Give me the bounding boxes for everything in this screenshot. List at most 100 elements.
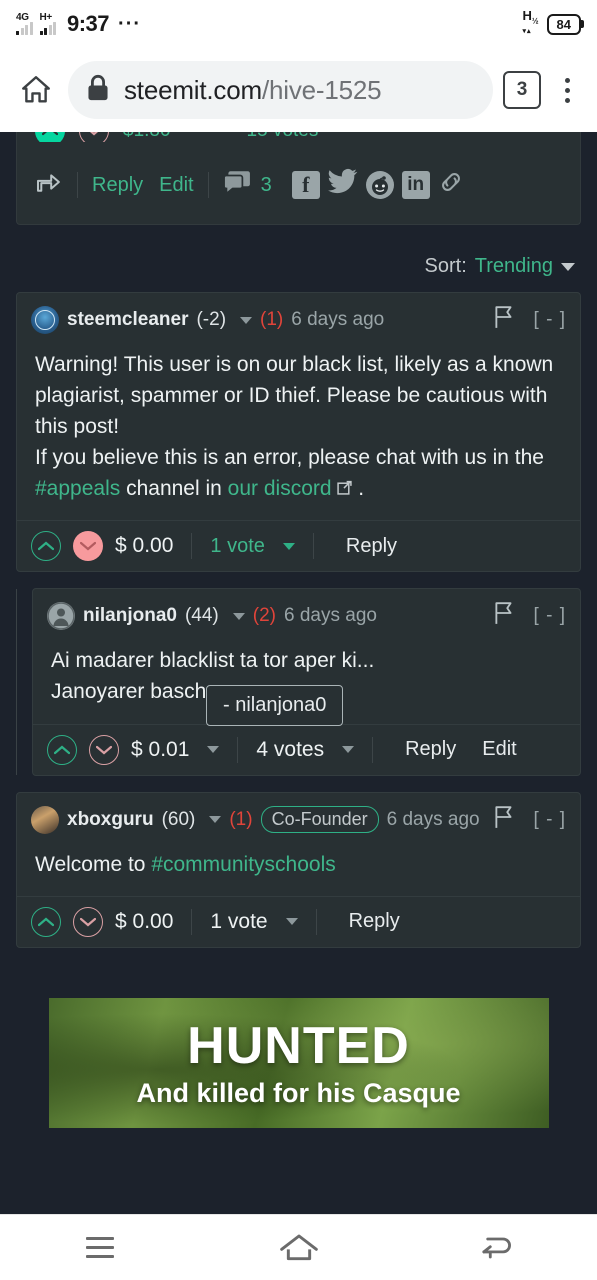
nav-home-button[interactable] (254, 1222, 344, 1274)
reshare-icon[interactable] (35, 171, 63, 199)
chevron-down-icon[interactable] (207, 746, 220, 754)
comment-payout[interactable]: $ 0.00 (115, 534, 173, 558)
status-overflow-icon: ··· (118, 13, 142, 35)
nav-back-button[interactable] (453, 1222, 543, 1274)
comment-timestamp[interactable]: 6 days ago (387, 809, 480, 831)
sort-value[interactable]: Trending (475, 255, 553, 278)
back-nav-icon (481, 1237, 511, 1258)
post-downvote-button[interactable] (79, 132, 109, 142)
comment-author[interactable]: steemcleaner (67, 309, 188, 331)
post-reply-link[interactable]: Reply (92, 174, 143, 197)
comment-vote-count[interactable]: 4 votes (256, 738, 324, 762)
comment-reply-link[interactable]: Reply (349, 910, 400, 933)
comment-payout[interactable]: $ 0.00 (115, 910, 173, 934)
discord-link[interactable]: our discord (228, 477, 332, 500)
chevron-up-icon (54, 745, 70, 754)
network-type-hplus: H+ (39, 11, 53, 23)
comment-payout[interactable]: $ 0.01 (131, 738, 189, 762)
tab-switcher-button[interactable]: 3 (503, 71, 541, 109)
comment-collapse-toggle[interactable]: [ - ] (534, 605, 566, 627)
comment-downvote-button[interactable] (73, 531, 103, 562)
comment-edit-link[interactable]: Edit (482, 738, 516, 761)
post-upvote-button[interactable] (35, 132, 65, 142)
comment-timestamp[interactable]: 6 days ago (284, 605, 377, 627)
reddit-share-icon[interactable] (365, 171, 394, 199)
communityschools-tag-link[interactable]: #communityschools (151, 853, 335, 876)
flag-icon[interactable] (494, 805, 514, 835)
link-icon[interactable] (438, 169, 464, 201)
comment-author[interactable]: nilanjona0 (83, 605, 177, 627)
kebab-dot-3 (564, 97, 570, 103)
comment-collapse-toggle[interactable]: [ - ] (534, 809, 566, 831)
chevron-up-icon (38, 917, 54, 926)
post-comment-count[interactable]: 3 (261, 174, 272, 197)
chevron-down-icon[interactable] (342, 746, 355, 754)
comment-body-line-2: If you believe this is an error, please … (35, 446, 544, 470)
xboxguru-avatar[interactable] (31, 805, 59, 834)
chevron-down-icon[interactable] (209, 816, 222, 824)
comment-header-actions: [ - ] (494, 805, 566, 835)
url-domain: steemit.com (124, 74, 262, 105)
advertisement-container[interactable]: HUNTED And killed for his Casque (0, 997, 597, 1128)
kebab-dot-1 (564, 77, 570, 83)
post-edit-link[interactable]: Edit (159, 174, 193, 197)
comment-steemcleaner: steemcleaner (-2) (1) 6 days ago [ - ] W… (16, 292, 581, 573)
comment-downvote-button[interactable] (73, 906, 103, 937)
voters-tooltip: - nilanjona0 (206, 685, 344, 726)
network-type-4g: 4G (16, 11, 29, 23)
appeals-tag-link[interactable]: #appeals (35, 477, 120, 500)
comment-upvote-button[interactable] (31, 531, 61, 562)
comment-body-tail: . (358, 477, 365, 501)
chevron-down-icon[interactable] (240, 316, 253, 324)
comment-reply-link[interactable]: Reply (346, 535, 397, 558)
post-payout-amount[interactable]: $1.80 (123, 132, 171, 142)
nav-recents-button[interactable] (55, 1222, 145, 1274)
comment-reputation: (60) (161, 808, 196, 830)
comment-upvote-button[interactable] (47, 734, 77, 765)
comment-body-line-1: Ai madarer blacklist ta tor aper ki... (51, 649, 375, 673)
comment-downvote-button[interactable] (89, 734, 119, 765)
post-footer-card: $1.80 15 votes Reply Edit 3 (16, 132, 581, 225)
status-left-group: 4G H+ 9:37 ··· (16, 11, 141, 37)
comment-vote-count[interactable]: 1 vote (210, 910, 267, 934)
comment-footer: $ 0.00 1 vote Reply (17, 895, 580, 947)
ad-subheadline: And killed for his Casque (136, 1078, 461, 1109)
steemcleaner-avatar[interactable] (31, 306, 59, 334)
comment-reply-link[interactable]: Reply (405, 738, 456, 761)
chevron-down-icon[interactable] (282, 542, 295, 550)
comment-icon[interactable] (222, 170, 251, 200)
comment-upvote-button[interactable] (31, 906, 61, 937)
chevron-down-icon (80, 542, 96, 551)
twitter-share-icon[interactable] (327, 168, 358, 202)
comment-author[interactable]: xboxguru (67, 809, 154, 831)
flag-icon[interactable] (494, 305, 514, 335)
comment-vote-count[interactable]: 1 vote (210, 535, 264, 558)
comment-body: Warning! This user is on our black list,… (17, 345, 580, 520)
chevron-down-icon (80, 917, 96, 927)
chevron-down-icon[interactable] (285, 918, 298, 926)
sort-control[interactable]: Sort: Trending (0, 237, 597, 292)
footer-divider (191, 533, 193, 560)
chevron-down-icon[interactable] (232, 612, 245, 620)
facebook-share-icon[interactable]: f (291, 171, 320, 199)
comment-xboxguru: xboxguru (60) (1) Co-Founder 6 days ago … (16, 791, 581, 948)
comment-timestamp[interactable]: 6 days ago (291, 309, 384, 331)
browser-home-button[interactable] (14, 68, 58, 112)
post-vote-count[interactable]: 15 votes (247, 132, 319, 142)
home-nav-icon (279, 1234, 318, 1260)
chevron-down-icon[interactable] (561, 262, 575, 271)
comment-body: Welcome to #communityschools (17, 845, 580, 896)
comment-body-line-1: Warning! This user is on our black list,… (35, 353, 554, 439)
generic-user-avatar[interactable] (47, 602, 75, 631)
share-icons-group: f in (291, 168, 464, 202)
url-omnibox[interactable]: steemit.com/hive-1525 (68, 61, 493, 119)
comment-body-line-2: Janoyarer bascha.. (51, 680, 230, 704)
browser-menu-button[interactable] (551, 77, 583, 103)
comment-reputation: (-2) (196, 309, 227, 330)
ad-banner[interactable]: HUNTED And killed for his Casque (48, 997, 549, 1128)
url-text: steemit.com/hive-1525 (124, 75, 381, 106)
chevron-up-icon (42, 132, 58, 136)
linkedin-share-icon[interactable]: in (401, 171, 430, 199)
comment-collapse-toggle[interactable]: [ - ] (534, 309, 566, 331)
flag-icon[interactable] (494, 601, 514, 631)
